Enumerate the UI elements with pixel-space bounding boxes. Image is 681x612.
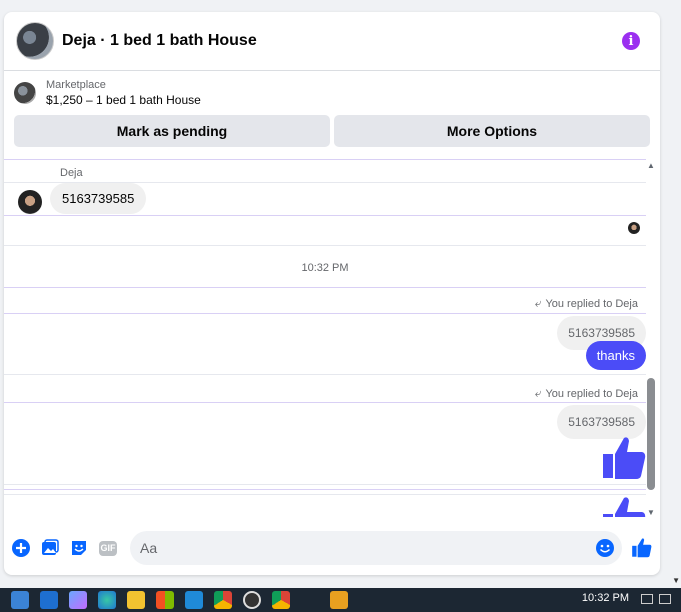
divider (4, 313, 646, 314)
quoted-message[interactable]: 5163739585 (557, 405, 646, 439)
like-thumb-icon[interactable] (602, 496, 646, 517)
listing-source: Marketplace (46, 79, 106, 91)
gif-icon[interactable]: GIF (97, 537, 119, 559)
read-receipt-avatar (628, 222, 640, 234)
divider (4, 215, 646, 216)
chat-window: Deja · 1 bed 1 bath House i Marketplace … (4, 12, 660, 575)
more-options-button[interactable]: More Options (334, 115, 650, 147)
scrollbar[interactable]: ▲ ▼ (646, 158, 656, 517)
replied-label-text: You replied to Deja (545, 387, 638, 400)
divider (4, 159, 646, 160)
listing-title: $1,250 – 1 bed 1 bath House (46, 93, 201, 107)
add-more-icon[interactable] (10, 537, 32, 559)
scrollbar-thumb[interactable] (647, 378, 655, 490)
replied-label-text: You replied to Deja (545, 297, 638, 310)
message-input[interactable] (140, 540, 596, 556)
replied-label: ⤶ You replied to Deja (535, 296, 638, 311)
start-icon[interactable] (11, 591, 29, 609)
edge-icon[interactable] (98, 591, 116, 609)
contact-avatar[interactable] (16, 22, 54, 60)
divider (4, 484, 646, 485)
gif-label: GIF (99, 540, 117, 556)
copilot-icon[interactable] (69, 591, 87, 609)
divider (4, 489, 646, 490)
system-tray[interactable] (641, 594, 671, 604)
chat-title[interactable]: Deja · 1 bed 1 bath House (62, 32, 622, 50)
chrome-icon[interactable] (214, 591, 232, 609)
emoji-icon[interactable] (596, 539, 614, 557)
divider (4, 402, 646, 403)
sticker-icon[interactable] (68, 537, 90, 559)
chrome-active-icon[interactable] (272, 591, 290, 609)
message-timestamp: 10:32 PM (301, 262, 349, 274)
reply-icon: ⤶ (534, 296, 542, 310)
chat-header: Deja · 1 bed 1 bath House i (4, 12, 660, 71)
taskbar-clock[interactable]: 10:32 PM (582, 592, 629, 604)
scroll-up-icon[interactable]: ▲ (646, 160, 656, 170)
info-icon[interactable]: i (622, 32, 640, 50)
incoming-message[interactable]: 5163739585 (50, 183, 147, 214)
app-icon[interactable] (243, 591, 261, 609)
store-icon[interactable] (156, 591, 174, 609)
file-explorer-icon[interactable] (127, 591, 145, 609)
reply-icon: ⤶ (534, 386, 542, 400)
outgoing-message[interactable]: thanks (585, 341, 646, 370)
listing-text: Marketplace $1,250 – 1 bed 1 bath House (46, 78, 201, 108)
divider (4, 494, 646, 495)
mark-as-pending-button[interactable]: Mark as pending (14, 115, 330, 147)
like-thumb-icon[interactable] (602, 436, 646, 480)
message-list[interactable]: Deja 5163739585 10:32 PM ⤶ You replied t… (4, 158, 646, 517)
window-scroll-down-icon[interactable]: ▼ (672, 576, 680, 585)
mail-icon[interactable] (40, 591, 58, 609)
app-icon[interactable] (185, 591, 203, 609)
send-like-icon[interactable] (630, 536, 654, 560)
message-input-wrapper[interactable] (130, 531, 622, 565)
app-icon[interactable] (330, 591, 348, 609)
listing-thumbnail (14, 82, 36, 104)
replied-label: ⤶ You replied to Deja (535, 386, 638, 401)
divider (4, 287, 646, 288)
sender-avatar[interactable] (18, 190, 42, 214)
divider (4, 245, 646, 246)
sender-name: Deja (60, 167, 83, 179)
action-row: Mark as pending More Options (4, 115, 660, 147)
attach-photo-icon[interactable] (39, 537, 61, 559)
listing-summary[interactable]: Marketplace $1,250 – 1 bed 1 bath House (4, 71, 660, 115)
divider (4, 374, 646, 375)
taskbar: 10:32 PM (0, 588, 681, 612)
composer: GIF (4, 529, 660, 567)
scroll-down-icon[interactable]: ▼ (646, 507, 656, 517)
